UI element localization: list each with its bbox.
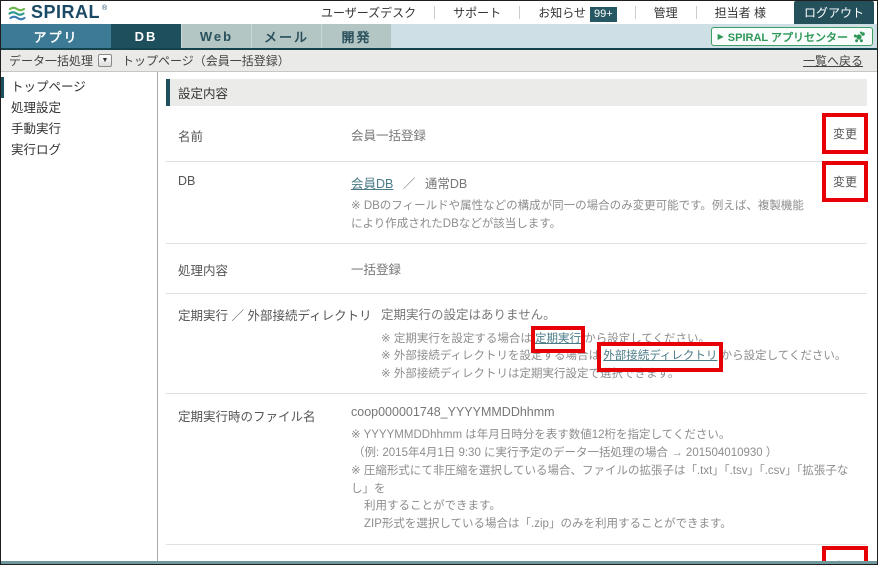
breadcrumb-dropdown-button[interactable]: ▼ bbox=[98, 54, 113, 67]
schedule-note-1: ※ 定期実行を設定する場合は 定期実行 から設定してください。 bbox=[381, 325, 863, 354]
sidebar: トップページ 処理設定 手動実行 実行ログ bbox=[1, 72, 158, 561]
row-name-value: 会員一括登録 bbox=[351, 129, 427, 143]
logo-text: SPIRAL bbox=[31, 2, 101, 22]
spiral-app-center-button[interactable]: ▶ SPIRAL アプリセンター bbox=[710, 27, 873, 46]
section-title: 設定内容 bbox=[166, 79, 867, 106]
tab-db[interactable]: DB bbox=[111, 24, 181, 48]
row-schedule-value: 定期実行の設定はありません。 ※ 定期実行を設定する場合は 定期実行 から設定し… bbox=[381, 304, 863, 384]
row-filename-label: 定期実行時のファイル名 bbox=[178, 410, 316, 425]
userdesk-link[interactable]: ユーザーズデスク bbox=[303, 4, 434, 21]
app-center-label: SPIRAL アプリセンター bbox=[727, 31, 848, 44]
current-user-label: 担当者 様 bbox=[714, 6, 766, 20]
filename-note-4: 利用することができます。 bbox=[364, 500, 501, 513]
schedule-note-3: ※ 外部接続ディレクトリは定期実行設定で選択できます。 bbox=[381, 368, 680, 381]
app-window: SPIRAL ® ユーザーズデスク サポート お知らせ 99+ 管理 担当者 様 … bbox=[0, 0, 878, 565]
row-name-label: 名前 bbox=[178, 130, 204, 144]
bottom-edge-strip bbox=[1, 561, 877, 564]
utility-links: ユーザーズデスク サポート お知らせ 99+ 管理 担当者 様 ログアウト bbox=[303, 1, 877, 25]
change-field-method-link[interactable]: 変更 bbox=[833, 560, 857, 561]
db-type-value: 通常DB bbox=[424, 177, 468, 191]
row-filename: 定期実行時のファイル名 coop000001748_YYYYMMDDhhmm ※… bbox=[166, 394, 867, 545]
breadcrumb-bar: データ一括処理 ▼ トップページ（会員一括登録） 一覧へ戻る bbox=[1, 50, 877, 72]
row-db-action: 変更 bbox=[813, 161, 869, 202]
tab-web[interactable]: Web bbox=[181, 24, 251, 48]
row-process-label: 処理内容 bbox=[178, 263, 229, 278]
filename-note-3: ※ 圧縮形式にて非圧縮を選択している場合、ファイルの拡張子は「.txt」「.ts… bbox=[351, 464, 849, 495]
annotation-red-box: 外部接続ディレクトリ bbox=[597, 342, 724, 373]
sidebar-item-manual-run[interactable]: 手動実行 bbox=[1, 119, 157, 140]
arrow-right-icon: ▶ bbox=[717, 32, 724, 41]
notice-link[interactable]: お知らせ 99+ bbox=[520, 4, 634, 22]
annotation-red-box: 変更 bbox=[821, 161, 869, 202]
db-note: ※ DBのフィールドや属性などの構成が同一の場合のみ変更可能です。例えば、複製機… bbox=[351, 200, 804, 230]
member-db-link[interactable]: 会員DB bbox=[351, 177, 393, 191]
filename-note-5: ZIP形式を選択している場合は「.zip」のみを利用することができます。 bbox=[364, 518, 732, 531]
tab-dev[interactable]: 開発 bbox=[321, 24, 391, 48]
schedule-status-text: 定期実行の設定はありません。 bbox=[381, 307, 556, 322]
admin-link[interactable]: 管理 bbox=[636, 4, 696, 21]
row-db-label: DB bbox=[178, 174, 196, 188]
top-utility-bar: SPIRAL ® ユーザーズデスク サポート お知らせ 99+ 管理 担当者 様 … bbox=[1, 1, 877, 25]
annotation-red-box: 変更 bbox=[821, 545, 869, 561]
sidebar-item-run-log[interactable]: 実行ログ bbox=[1, 140, 157, 161]
filename-value: coop000001748_YYYYMMDDhhmm bbox=[351, 405, 555, 420]
spiral-logo: SPIRAL ® bbox=[1, 2, 107, 23]
annotation-red-box: 定期実行 bbox=[531, 325, 586, 354]
spiral-wave-icon bbox=[8, 6, 26, 20]
sidebar-item-top-page[interactable]: トップページ bbox=[1, 77, 157, 98]
note2-prefix: ※ 外部接続ディレクトリを設定する場合は bbox=[381, 350, 604, 363]
filename-note-2: （例: 2015年4月1日 9:30 に実行予定のデータ一括処理の場合 → 20… bbox=[353, 446, 778, 459]
note2-suffix: から設定してください。 bbox=[717, 350, 847, 363]
row-process: 処理内容 一括登録 bbox=[166, 244, 867, 294]
back-to-list-link[interactable]: 一覧へ戻る bbox=[803, 52, 863, 69]
db-separator: ／ bbox=[402, 177, 416, 191]
logo-registered-mark: ® bbox=[102, 5, 108, 12]
notice-label: お知らせ bbox=[538, 5, 586, 20]
notice-count-badge: 99+ bbox=[589, 6, 617, 22]
main-nav-bar: アプリ DB Web メール 開発 ▶ SPIRAL アプリセンター bbox=[1, 24, 877, 50]
support-link[interactable]: サポート bbox=[435, 4, 519, 21]
row-db: DB 会員DB ／ 通常DB ※ DBのフィールドや属性などの構成が同一の場合の… bbox=[166, 161, 869, 244]
row-name: 名前 会員一括登録 変更 bbox=[166, 108, 869, 162]
content-area: トップページ 処理設定 手動実行 実行ログ 設定内容 名前 会員一括登録 変更 … bbox=[1, 72, 877, 561]
row-name-action: 変更 bbox=[813, 113, 869, 154]
note1-prefix: ※ 定期実行を設定する場合は bbox=[381, 332, 536, 345]
schedule-note-2: ※ 外部接続ディレクトリを設定する場合は 外部接続ディレクトリ から設定してくだ… bbox=[381, 342, 863, 373]
row-field-method: フィールド指定方法 列ごとに指定 変更 bbox=[166, 545, 869, 561]
sidebar-item-process-settings[interactable]: 処理設定 bbox=[1, 98, 157, 119]
filename-note-1: ※ YYYYMMDDhhmm は年月日時分を表す数値12桁を指定してください。 bbox=[351, 429, 731, 442]
balloon-dog-icon bbox=[853, 31, 865, 42]
settings-panel: 設定内容 名前 会員一括登録 変更 DB 会員DB ／ 通常DB ※ DBのフィ… bbox=[158, 72, 877, 561]
row-schedule: 定期実行 ／ 外部接続ディレクトリ 定期実行の設定はありません。 ※ 定期実行を… bbox=[166, 294, 867, 395]
db-value-line: 会員DB ／ 通常DB bbox=[351, 173, 813, 192]
note1-suffix: から設定してください。 bbox=[581, 332, 711, 345]
change-db-link[interactable]: 変更 bbox=[833, 175, 857, 189]
external-directory-link[interactable]: 外部接続ディレクトリ bbox=[603, 350, 717, 362]
row-filename-value: coop000001748_YYYYMMDDhhmm ※ YYYYMMDDhhm… bbox=[351, 405, 863, 534]
scheduled-run-link[interactable]: 定期実行 bbox=[535, 333, 581, 345]
tab-mail[interactable]: メール bbox=[251, 24, 321, 48]
breadcrumb-page-label: トップページ（会員一括登録） bbox=[122, 54, 290, 68]
change-name-link[interactable]: 変更 bbox=[833, 127, 857, 141]
logout-button[interactable]: ログアウト bbox=[793, 1, 874, 25]
row-schedule-label: 定期実行 ／ 外部接続ディレクトリ bbox=[178, 308, 372, 323]
tab-apps[interactable]: アプリ bbox=[1, 24, 111, 48]
row-db-value: 会員DB ／ 通常DB ※ DBのフィールドや属性などの構成が同一の場合のみ変更… bbox=[351, 173, 813, 234]
row-process-value: 一括登録 bbox=[351, 262, 402, 277]
breadcrumb-menu-label: データ一括処理 bbox=[9, 54, 94, 68]
annotation-red-box: 変更 bbox=[821, 113, 869, 154]
